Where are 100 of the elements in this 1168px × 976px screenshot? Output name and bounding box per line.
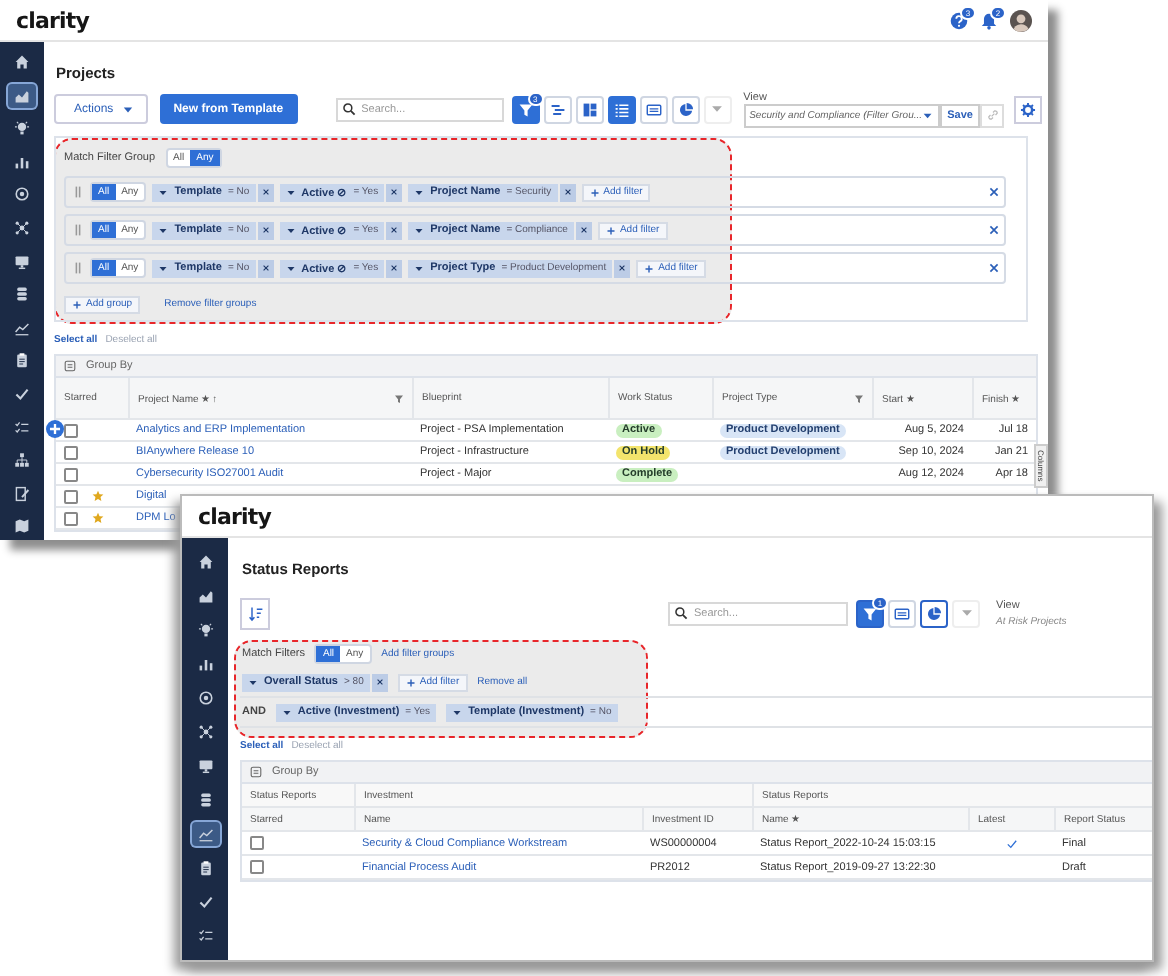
checklist-icon <box>14 419 30 436</box>
group-by-icon <box>64 360 76 372</box>
view-mode-button[interactable] <box>920 599 948 627</box>
drag-handle-icon[interactable] <box>72 224 84 236</box>
line-chart-icon <box>197 826 213 842</box>
list-icon <box>613 101 630 117</box>
row-checkbox[interactable] <box>64 423 78 437</box>
row-checkbox[interactable] <box>250 860 264 874</box>
remove-group-button[interactable] <box>988 186 1000 198</box>
checkmark-icon <box>197 894 213 910</box>
caret-icon <box>285 225 296 235</box>
caret-icon <box>158 263 169 273</box>
close-icon <box>563 188 572 196</box>
close-icon <box>988 262 1000 274</box>
database-icon <box>197 792 213 808</box>
home-icon <box>197 554 213 570</box>
star-icon[interactable] <box>92 490 104 502</box>
caret-icon <box>285 263 296 273</box>
area-chart-icon <box>197 588 213 604</box>
caret-icon <box>158 187 169 197</box>
network-icon <box>14 219 30 236</box>
line-chart-icon <box>14 319 30 336</box>
target-icon <box>197 690 213 706</box>
settings-button[interactable] <box>1014 95 1043 123</box>
plus-icon <box>589 187 600 197</box>
row-checkbox[interactable] <box>64 511 78 525</box>
close-icon <box>261 264 270 272</box>
caret-icon <box>959 606 973 620</box>
sort-icon <box>247 605 263 621</box>
filter-icon[interactable] <box>854 393 864 403</box>
checkmark-icon <box>14 385 30 402</box>
card-icon <box>645 101 662 117</box>
group-by-icon <box>250 766 262 778</box>
caret-icon <box>285 187 296 197</box>
caret-icon <box>248 677 258 687</box>
pie-chart-icon <box>926 605 942 621</box>
filter-icon <box>862 605 878 621</box>
logo[interactable]: clarity <box>198 503 272 529</box>
logo[interactable]: clarity <box>16 7 90 33</box>
avatar[interactable] <box>1010 9 1032 31</box>
remove-group-button[interactable] <box>988 262 1000 274</box>
org-chart-icon <box>14 452 30 469</box>
search-icon <box>674 606 688 620</box>
link-icon <box>985 108 1000 122</box>
lightbulb-icon <box>197 622 213 638</box>
home-icon <box>14 54 30 70</box>
row-checkbox[interactable] <box>250 836 264 850</box>
timeline-icon <box>549 101 566 117</box>
plus-icon <box>72 299 82 309</box>
close-icon <box>375 678 384 686</box>
close-icon <box>390 264 399 272</box>
sidebar-item[interactable] <box>8 83 36 108</box>
filter-icon[interactable] <box>394 393 404 403</box>
clipboard-icon <box>197 860 213 876</box>
caret-icon <box>710 102 725 116</box>
plus-icon <box>405 677 416 687</box>
caret-icon <box>922 109 934 121</box>
monitor-icon <box>14 253 30 270</box>
database-icon <box>14 286 30 303</box>
row-checkbox[interactable] <box>64 445 78 459</box>
view-mode-button[interactable] <box>607 95 636 123</box>
caret-icon <box>158 225 169 235</box>
sort-button[interactable] <box>240 597 270 629</box>
caret-icon <box>452 707 463 717</box>
checklist-icon <box>197 928 213 944</box>
row-checkbox[interactable] <box>64 489 78 503</box>
add-icon[interactable] <box>46 420 64 438</box>
close-icon <box>579 226 588 234</box>
map-icon <box>14 518 30 535</box>
board-icon <box>581 101 598 117</box>
remove-group-button[interactable] <box>988 224 1000 236</box>
network-icon <box>197 724 213 740</box>
search-icon <box>341 102 356 116</box>
drag-handle-icon[interactable] <box>72 186 84 198</box>
edit-icon <box>14 485 30 502</box>
close-icon <box>261 188 270 196</box>
card-icon <box>894 605 910 621</box>
settings-icon <box>1020 101 1037 117</box>
drag-handle-icon[interactable] <box>72 262 84 274</box>
filter-icon <box>517 101 534 117</box>
close-icon <box>988 186 1000 198</box>
caret-icon <box>281 707 292 717</box>
target-icon <box>14 186 30 203</box>
area-chart-icon <box>14 87 30 104</box>
star-icon[interactable] <box>92 512 104 524</box>
sidebar-item[interactable] <box>191 822 219 846</box>
lightbulb-icon <box>14 120 30 137</box>
caret-icon <box>414 263 425 273</box>
pie-chart-icon <box>677 101 694 117</box>
plus-icon <box>605 225 616 235</box>
bar-chart-icon <box>197 656 213 672</box>
caret-icon <box>121 103 134 115</box>
close-icon <box>261 226 270 234</box>
caret-icon <box>414 225 425 235</box>
bar-chart-icon <box>14 153 30 170</box>
close-icon <box>390 226 399 234</box>
row-checkbox[interactable] <box>64 467 78 481</box>
close-icon <box>988 224 1000 236</box>
caret-icon <box>414 187 425 197</box>
close-icon <box>390 188 399 196</box>
